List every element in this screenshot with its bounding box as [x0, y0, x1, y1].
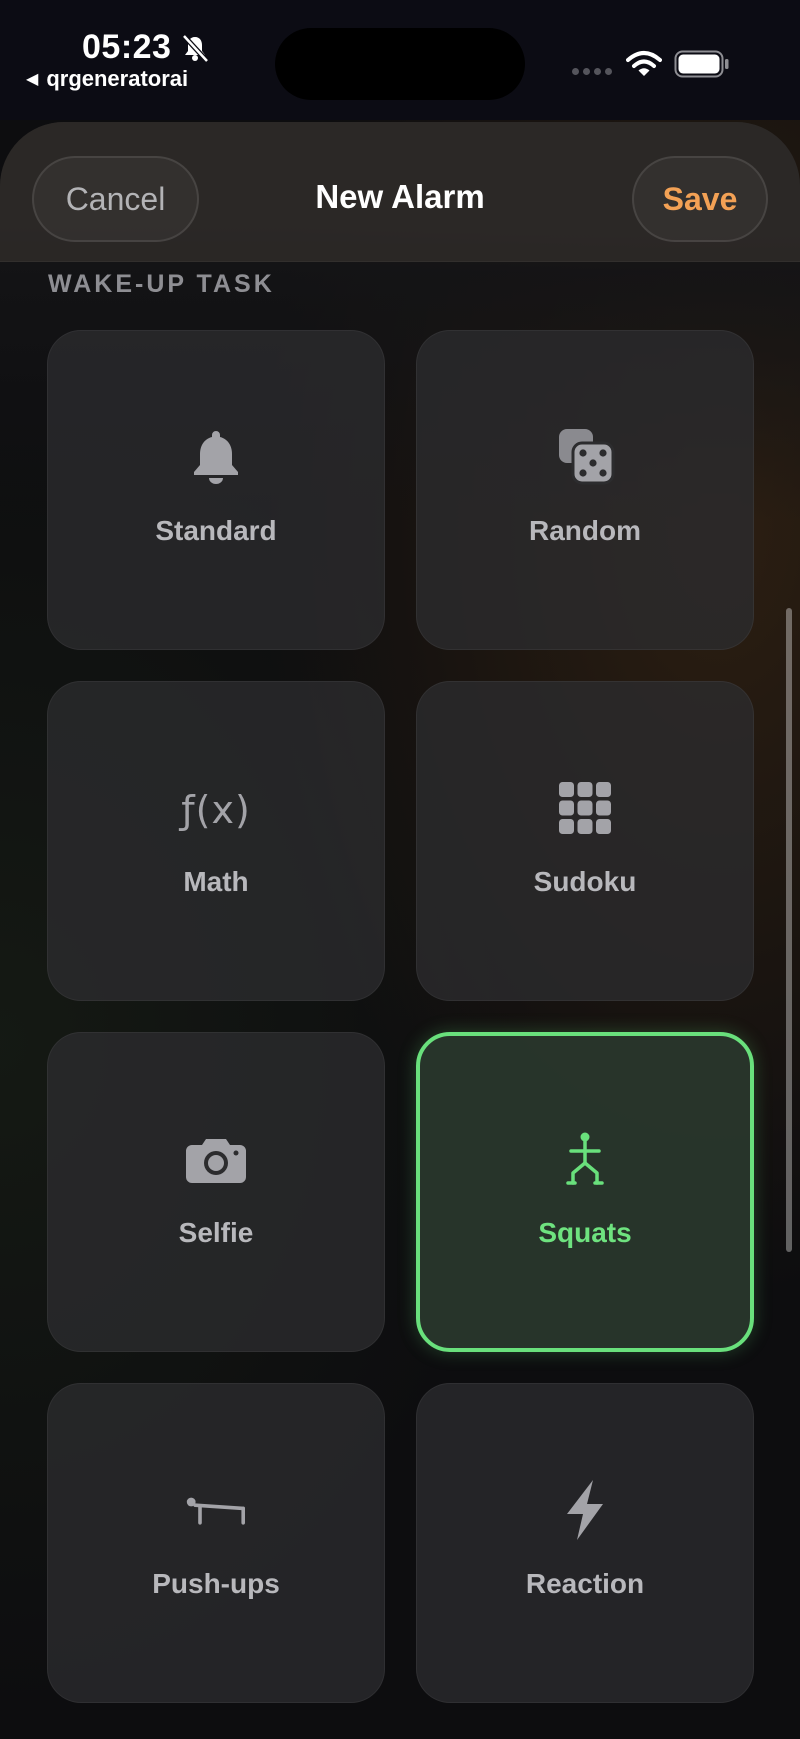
screen: 05:23 ◀ qrgeneratorai Cancel New Alarm S…: [0, 0, 800, 1739]
pushup-figure-icon: [184, 1478, 248, 1542]
status-bar: 05:23 ◀ qrgeneratorai: [0, 0, 800, 120]
task-tile-standard[interactable]: Standard: [47, 330, 385, 650]
task-label: Reaction: [525, 1568, 645, 1599]
task-tile-random[interactable]: Random: [416, 330, 754, 650]
task-tile-reaction[interactable]: Reaction: [416, 1383, 754, 1703]
wifi-icon: [626, 51, 662, 76]
task-tile-selfie[interactable]: Selfie: [47, 1032, 385, 1352]
task-label: Random: [529, 515, 641, 546]
back-to-app-link[interactable]: ◀ qrgeneratorai: [26, 66, 188, 92]
nav-bar: Cancel New Alarm Save: [0, 122, 800, 262]
dynamic-island: [275, 28, 525, 100]
bolt-icon: [553, 1478, 617, 1542]
task-label: Standard: [155, 515, 277, 546]
bell-slash-icon: [182, 34, 209, 63]
function-glyph: ƒ: [181, 787, 196, 832]
grid-icon: [553, 776, 617, 840]
task-tile-math[interactable]: ƒ(x) Math: [47, 681, 385, 1001]
cellular-signal-icon: [572, 68, 612, 75]
function-icon: ƒ(x): [181, 776, 251, 840]
scrollbar[interactable]: [786, 608, 792, 1252]
task-label: Squats: [538, 1217, 632, 1248]
back-arrow-icon: ◀: [26, 71, 39, 88]
status-time: 05:23: [82, 28, 172, 66]
task-label: Push-ups: [152, 1568, 280, 1599]
squat-figure-icon: [553, 1127, 617, 1191]
task-tile-pushups[interactable]: Push-ups: [47, 1383, 385, 1703]
battery-icon: [674, 50, 729, 78]
back-app-name: qrgeneratorai: [46, 66, 189, 91]
task-label: Sudoku: [533, 866, 637, 897]
task-label: Math: [183, 866, 249, 897]
task-tile-squats[interactable]: Squats: [416, 1032, 754, 1352]
task-label: Selfie: [178, 1217, 254, 1248]
camera-icon: [184, 1127, 248, 1191]
dice-icon: [553, 425, 617, 489]
section-header: WAKE-UP TASK: [48, 270, 275, 298]
bell-icon: [184, 425, 248, 489]
task-tile-sudoku[interactable]: Sudoku: [416, 681, 754, 1001]
save-button[interactable]: Save: [632, 156, 768, 242]
function-glyph-arg: (x): [195, 787, 251, 832]
